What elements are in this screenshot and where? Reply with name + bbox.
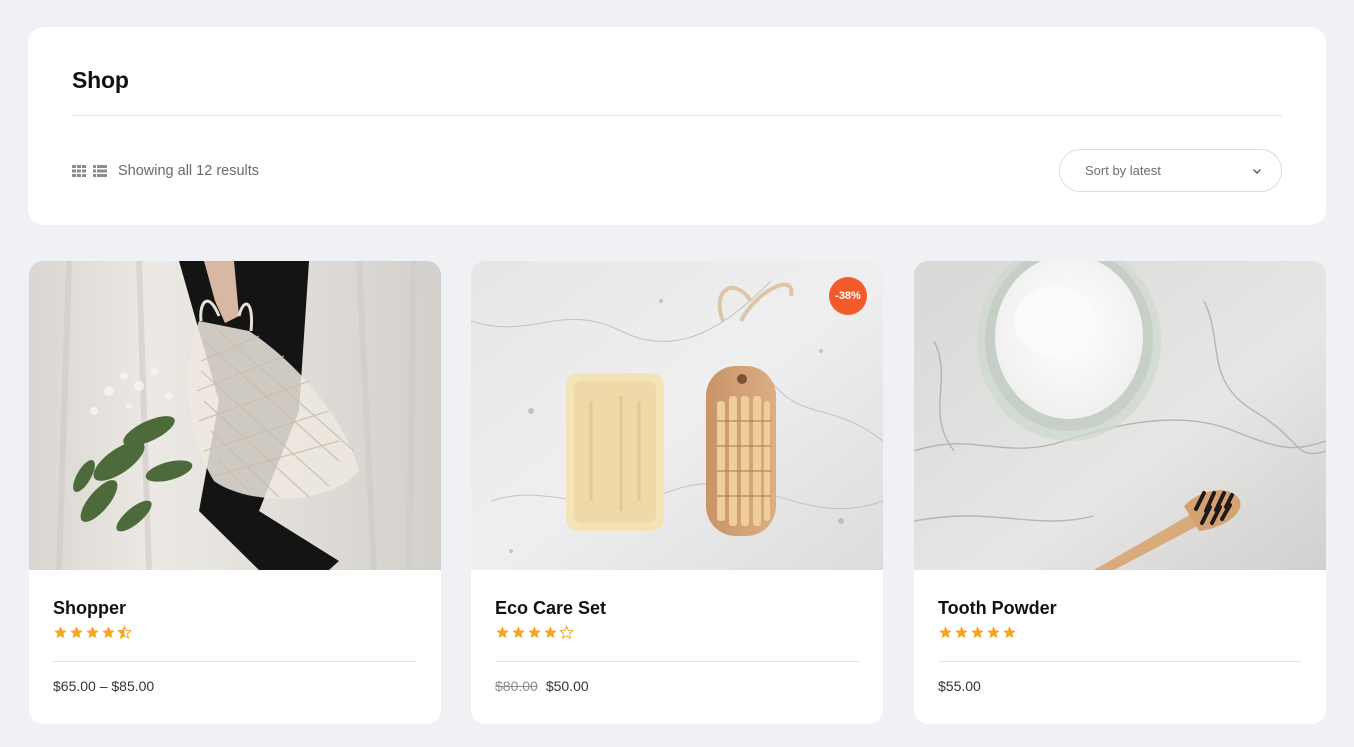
sort-select[interactable]: Sort by latest <box>1059 149 1282 192</box>
product-rating <box>938 625 1017 640</box>
product-rating <box>53 625 132 640</box>
star-filled-icon <box>512 626 525 639</box>
product-rating <box>495 625 574 640</box>
chevron-down-icon <box>1253 169 1261 174</box>
star-half-icon <box>117 625 132 640</box>
view-toggle <box>72 165 107 177</box>
grid-view-icon[interactable] <box>72 165 86 177</box>
page-title: Shop <box>72 67 129 93</box>
star-filled-icon <box>54 626 67 639</box>
card-divider <box>938 661 1302 662</box>
shop-header: Shop Showing all 12 results Sort by late… <box>28 27 1326 225</box>
star-filled-icon <box>102 626 115 639</box>
list-view-icon[interactable] <box>93 165 107 177</box>
card-divider <box>53 661 417 662</box>
result-count: Showing all 12 results <box>118 163 260 179</box>
price-original: $80.00 <box>495 678 538 694</box>
price-current: $55.00 <box>938 678 981 694</box>
star-filled-icon <box>528 626 541 639</box>
product-image-shopper[interactable] <box>29 261 441 570</box>
star-filled-icon <box>544 626 557 639</box>
star-filled-icon <box>1003 626 1016 639</box>
product-price: $80.00 $50.00 <box>495 678 589 694</box>
star-filled-icon <box>987 626 1000 639</box>
product-name[interactable]: Tooth Powder <box>938 598 1057 619</box>
product-price: $55.00 <box>938 678 981 694</box>
product-name[interactable]: Shopper <box>53 598 126 619</box>
card-divider <box>495 661 859 662</box>
price-current: $50.00 <box>545 678 589 694</box>
product-image-tooth-powder[interactable] <box>914 261 1326 570</box>
star-filled-icon <box>86 626 99 639</box>
product-card-eco-care-set[interactable]: -38% Eco Care Set $80.00 $50.00 <box>471 261 883 724</box>
header-divider <box>72 115 1282 116</box>
star-empty-icon <box>559 625 574 640</box>
sort-selected-value: Sort by latest <box>1085 163 1161 178</box>
product-name[interactable]: Eco Care Set <box>495 598 606 619</box>
star-filled-icon <box>70 626 83 639</box>
product-card-shopper[interactable]: Shopper $65.00 – $85.00 <box>29 261 441 724</box>
star-filled-icon <box>939 626 952 639</box>
price-current: $65.00 – $85.00 <box>53 678 155 694</box>
star-filled-icon <box>971 626 984 639</box>
product-card-tooth-powder[interactable]: Tooth Powder $55.00 <box>914 261 1326 724</box>
sale-badge: -38% <box>829 277 867 315</box>
star-filled-icon <box>496 626 509 639</box>
product-price: $65.00 – $85.00 <box>53 678 154 694</box>
product-image-eco-care-set[interactable]: -38% <box>471 261 883 570</box>
star-filled-icon <box>955 626 968 639</box>
